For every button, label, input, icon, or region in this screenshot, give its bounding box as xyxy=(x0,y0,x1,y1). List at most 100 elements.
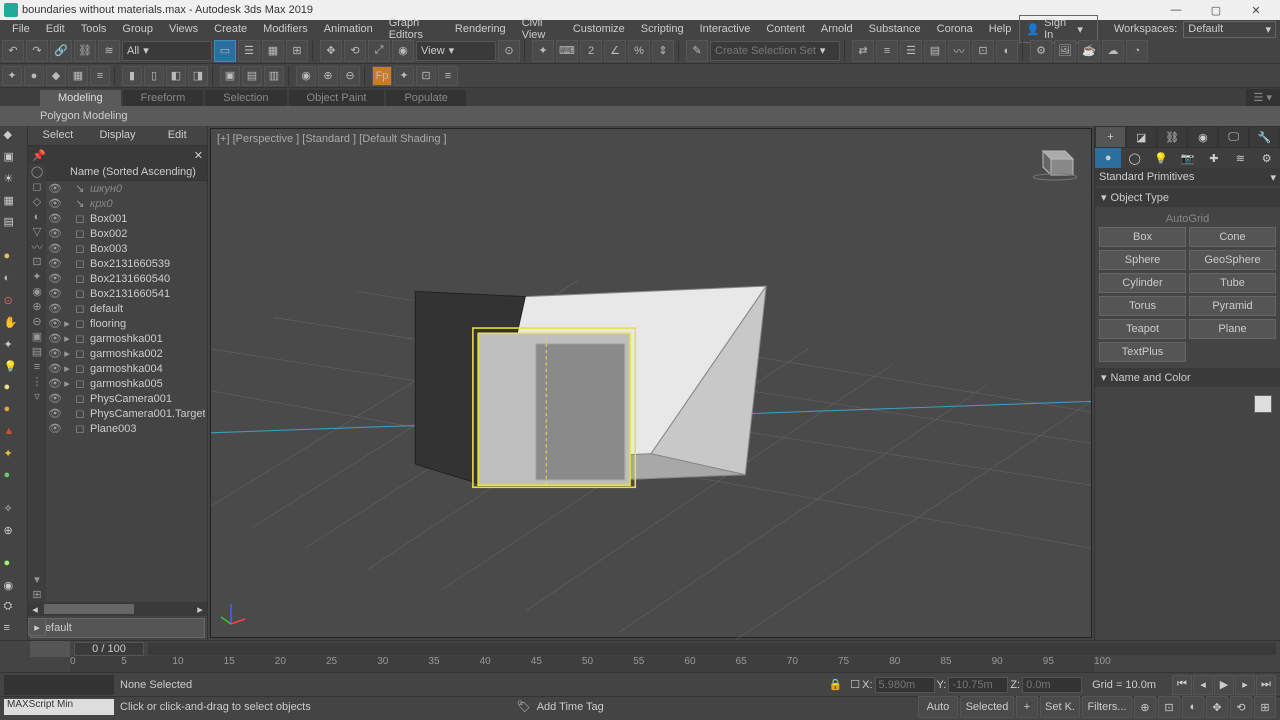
play-button[interactable]: ▶ xyxy=(1214,675,1234,695)
cmd-sub-cameras[interactable]: 📷 xyxy=(1174,148,1200,168)
nav-icon[interactable]: ✥ xyxy=(1206,696,1228,718)
tool-icon[interactable]: ⊡ xyxy=(416,66,436,86)
menu-scripting[interactable]: Scripting xyxy=(633,23,692,35)
scene-item[interactable]: 👁◻Box003 xyxy=(46,241,207,256)
select-object-button[interactable]: ▭ xyxy=(214,40,236,62)
open-a360-button[interactable]: ◔ xyxy=(1126,40,1148,62)
scene-item[interactable]: 👁◻Box2131660540 xyxy=(46,271,207,286)
filter-icon[interactable]: ▣ xyxy=(28,329,46,344)
ribbon-tab-object-paint[interactable]: Object Paint xyxy=(289,90,385,106)
ribbon-tab-freeform[interactable]: Freeform xyxy=(123,90,204,106)
menu-animation[interactable]: Animation xyxy=(316,23,381,35)
cmd-sub-helpers[interactable]: ✚ xyxy=(1201,148,1227,168)
dock-expand-button[interactable]: ▸ xyxy=(28,618,46,636)
mirror-button[interactable]: ⇄ xyxy=(852,40,874,62)
select-place-button[interactable]: ◉ xyxy=(392,40,414,62)
lock-icon[interactable]: 🔒 xyxy=(829,678,843,691)
align-button[interactable]: ≡ xyxy=(876,40,898,62)
setkey-button[interactable]: Set K. xyxy=(1040,696,1080,718)
dock-icon[interactable]: ✋ xyxy=(4,316,24,334)
link-button[interactable]: 🔗 xyxy=(50,40,72,62)
visibility-icon[interactable]: 👁 xyxy=(48,362,62,375)
nav-icon[interactable]: ⊞ xyxy=(1254,696,1276,718)
tool-icon[interactable]: Fp xyxy=(372,66,392,86)
nav-icon[interactable]: ◐ xyxy=(1182,696,1204,718)
workspace-dropdown[interactable]: Default ▾ xyxy=(1183,21,1276,38)
menu-interactive[interactable]: Interactive xyxy=(692,23,759,35)
filter-icon[interactable]: ✦ xyxy=(28,269,46,284)
tool-icon[interactable]: ▥ xyxy=(264,66,284,86)
ribbon-tab-modeling[interactable]: Modeling xyxy=(40,90,121,106)
filter-icon[interactable]: ▿ xyxy=(28,389,46,404)
addtag-icon[interactable]: 🏷 xyxy=(517,700,531,713)
dock-icon[interactable]: ● xyxy=(4,557,24,575)
visibility-icon[interactable]: 👁 xyxy=(48,407,62,420)
z-coord-input[interactable]: 0.0m xyxy=(1022,677,1082,693)
filter-icon[interactable]: ◐ xyxy=(28,209,46,224)
visibility-icon[interactable]: 👁 xyxy=(48,302,62,315)
visibility-icon[interactable]: 👁 xyxy=(48,377,62,390)
dock-icon[interactable]: ● xyxy=(4,250,24,268)
scene-item[interactable]: 👁◻Box2131660539 xyxy=(46,256,207,271)
window-crossing-button[interactable]: ⊞ xyxy=(286,40,308,62)
use-pivot-button[interactable]: ⊙ xyxy=(498,40,520,62)
cmd-tab-motion[interactable]: ◉ xyxy=(1187,126,1218,148)
schematic-view-button[interactable]: ⊡ xyxy=(972,40,994,62)
scene-item[interactable]: 👁▸◻garmoshka005 xyxy=(46,376,207,391)
scene-item[interactable]: 👁▸◻garmoshka001 xyxy=(46,331,207,346)
time-slider[interactable]: 0 / 100 xyxy=(0,640,1280,656)
primitive-teapot[interactable]: Teapot xyxy=(1099,319,1186,339)
select-by-name-button[interactable]: ☰ xyxy=(238,40,260,62)
selected-button[interactable]: Selected xyxy=(960,696,1014,718)
dock-icon[interactable]: ✦ xyxy=(4,447,24,465)
pin-icon[interactable]: 📌 xyxy=(32,149,46,162)
scene-item[interactable]: 👁◻Box002 xyxy=(46,226,207,241)
menu-tools[interactable]: Tools xyxy=(73,23,115,35)
menu-group[interactable]: Group xyxy=(114,23,161,35)
menu-content[interactable]: Content xyxy=(758,23,813,35)
select-region-button[interactable]: ▦ xyxy=(262,40,284,62)
nav-icon[interactable]: ⊕ xyxy=(1134,696,1156,718)
autokey-button[interactable]: Auto xyxy=(918,696,958,718)
menu-substance[interactable]: Substance xyxy=(861,23,929,35)
tool-icon[interactable]: ◉ xyxy=(296,66,316,86)
render-frame-button[interactable]: 🖼 xyxy=(1054,40,1076,62)
dock-icon[interactable]: ⊕ xyxy=(4,524,24,542)
render-button[interactable]: ☕ xyxy=(1078,40,1100,62)
filter-icon[interactable]: ⊡ xyxy=(28,254,46,269)
add-time-tag[interactable]: Add Time Tag xyxy=(537,701,604,713)
nav-icon[interactable]: ⟲ xyxy=(1230,696,1252,718)
dock-icon[interactable]: ≡ xyxy=(4,622,24,640)
select-manipulate-button[interactable]: ✦ xyxy=(532,40,554,62)
expand-icon[interactable]: ▸ xyxy=(62,332,72,345)
cmd-sub-geometry[interactable]: ● xyxy=(1095,148,1121,168)
rollout-object-type[interactable]: ▾ Object Type xyxy=(1095,188,1280,207)
primitive-torus[interactable]: Torus xyxy=(1099,296,1186,316)
dock-icon[interactable]: ⛭ xyxy=(4,600,24,618)
key-filters-button[interactable]: Filters... xyxy=(1082,696,1132,718)
redo-button[interactable]: ↷ xyxy=(26,40,48,62)
tool-icon[interactable]: ◧ xyxy=(166,66,186,86)
key-button[interactable]: + xyxy=(1016,696,1038,718)
scene-item[interactable]: 👁▸◻flooring xyxy=(46,316,207,331)
explorer-sort-header[interactable]: Name (Sorted Ascending) xyxy=(46,164,207,181)
primitive-cylinder[interactable]: Cylinder xyxy=(1099,273,1186,293)
cmd-tab-display[interactable]: 🖵 xyxy=(1218,126,1249,148)
tool-icon[interactable]: ▤ xyxy=(242,66,262,86)
visibility-icon[interactable]: 👁 xyxy=(48,392,62,405)
menu-edit[interactable]: Edit xyxy=(38,23,73,35)
render-setup-button[interactable]: ⚙ xyxy=(1030,40,1052,62)
edit-named-sel-button[interactable]: ✎ xyxy=(686,40,708,62)
x-coord-input[interactable]: 5.980m xyxy=(875,677,935,693)
visibility-icon[interactable]: 👁 xyxy=(48,197,62,210)
cmd-tab-utilities[interactable]: 🔧 xyxy=(1249,126,1280,148)
layer-explorer-button[interactable]: ☰ xyxy=(900,40,922,62)
spinner-snap-button[interactable]: ⇕ xyxy=(652,40,674,62)
goto-start-button[interactable]: ⏮ xyxy=(1172,675,1192,695)
filter-icon[interactable]: ◇ xyxy=(28,194,46,209)
scene-item[interactable]: 👁◻PhysCamera001 xyxy=(46,391,207,406)
tool-icon[interactable]: ≡ xyxy=(438,66,458,86)
menu-file[interactable]: File xyxy=(4,23,38,35)
tool-icon[interactable]: ▮ xyxy=(122,66,142,86)
snap-angle-button[interactable]: ∠ xyxy=(604,40,626,62)
